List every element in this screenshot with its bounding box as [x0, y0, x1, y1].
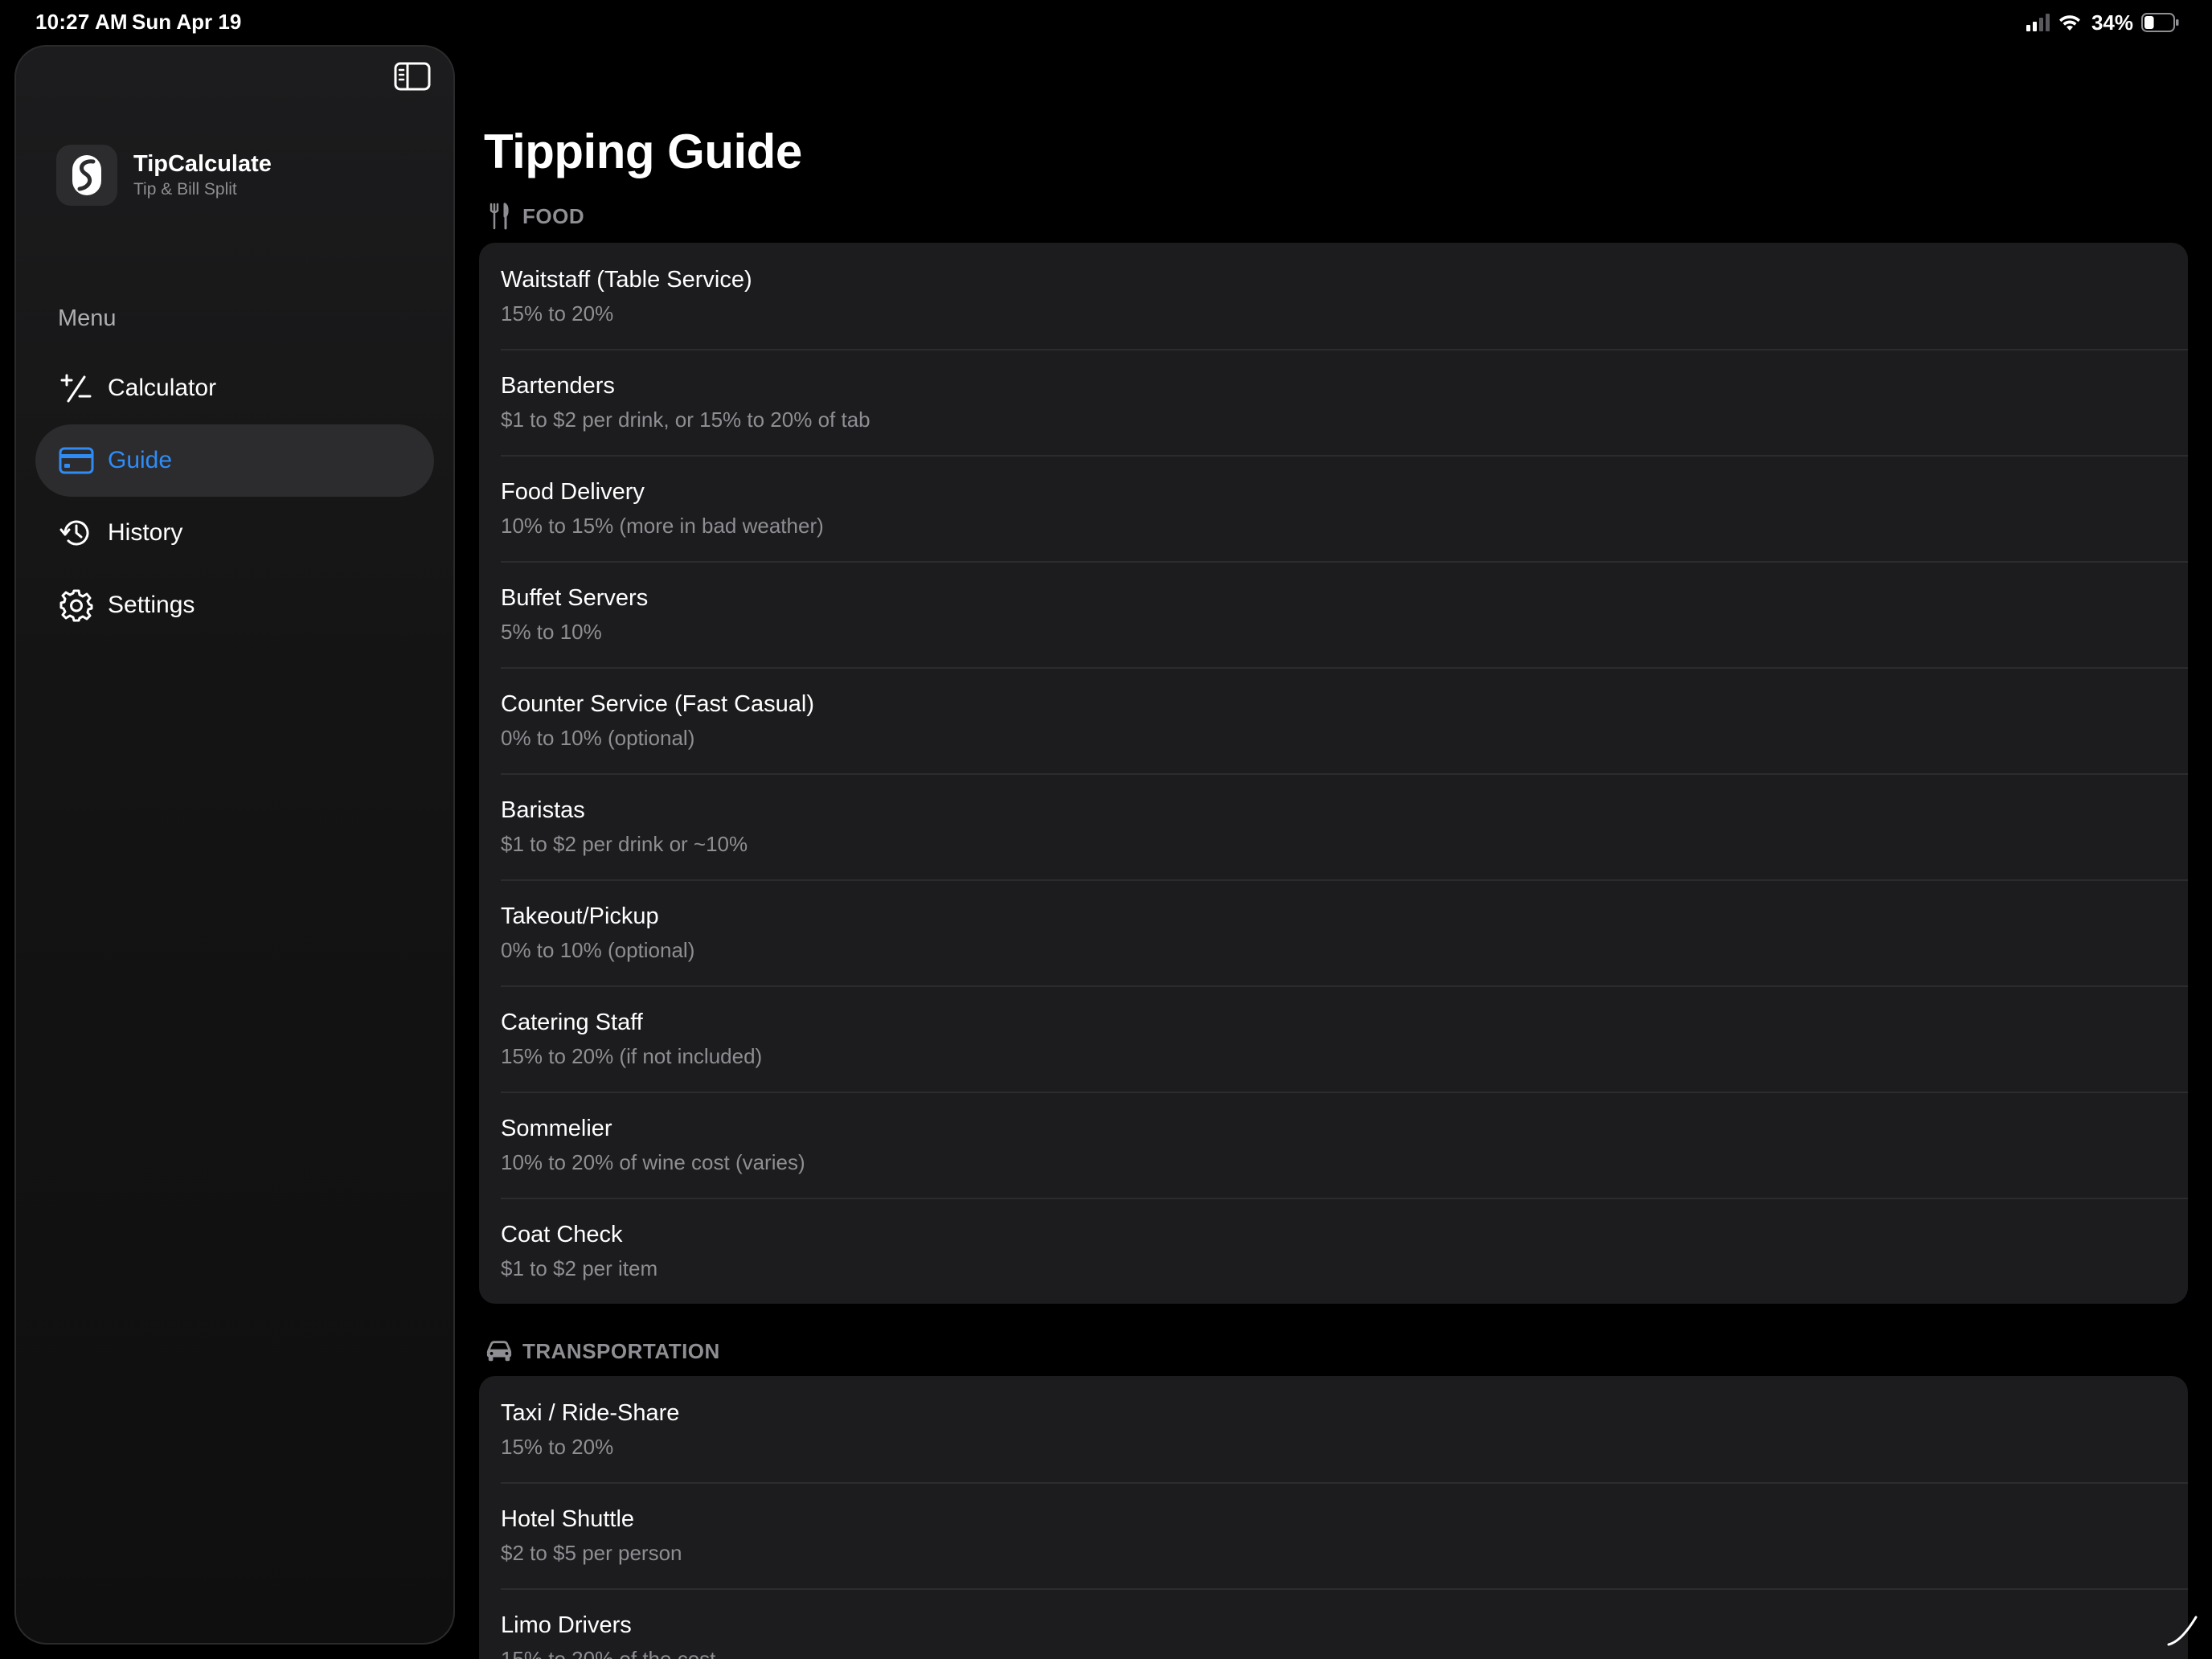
menu-label: Menu [58, 305, 117, 331]
tip-item-title: Taxi / Ride-Share [501, 1400, 680, 1426]
battery-percent: 34% [2091, 10, 2133, 35]
tip-item-title: Bartenders [501, 373, 615, 399]
sidebar-nav: Calculator Guide History Settings [35, 352, 434, 641]
tip-item-detail: 0% to 10% (optional) [501, 726, 695, 750]
car-icon [485, 1337, 513, 1365]
sidebar-toggle-icon [394, 62, 431, 91]
tip-item-title: Hotel Shuttle [501, 1506, 635, 1532]
list-item[interactable]: Taxi / Ride-Share 15% to 20% [479, 1376, 2188, 1482]
app-logo-icon [72, 155, 101, 195]
list-item[interactable]: Waitstaff (Table Service) 15% to 20% [479, 243, 2188, 349]
tip-item-title: Takeout/Pickup [501, 903, 659, 929]
app-titles: TipCalculate Tip & Bill Split [133, 150, 272, 201]
status-indicators: 34% [2026, 8, 2180, 37]
food-card: Waitstaff (Table Service) 15% to 20% Bar… [479, 243, 2188, 1304]
sidebar-item-label: History [108, 519, 183, 546]
sidebar-item-calculator[interactable]: Calculator [35, 352, 434, 424]
sidebar-item-settings[interactable]: Settings [35, 569, 434, 641]
tip-item-detail: 5% to 10% [501, 620, 602, 644]
tip-item-title: Waitstaff (Table Service) [501, 267, 752, 293]
tip-item-title: Buffet Servers [501, 585, 649, 611]
tip-item-detail: $2 to $5 per person [501, 1541, 682, 1565]
tip-item-title: Coat Check [501, 1222, 623, 1247]
battery-icon [2141, 13, 2179, 32]
list-item[interactable]: Limo Drivers 15% to 20% of the cost [479, 1588, 2188, 1659]
list-item[interactable]: Bartenders $1 to $2 per drink, or 15% to… [479, 349, 2188, 455]
section-title: FOOD [522, 203, 585, 228]
sidebar-toggle-button[interactable] [394, 61, 431, 92]
list-item[interactable]: Counter Service (Fast Casual) 0% to 10% … [479, 667, 2188, 773]
tip-item-title: Catering Staff [501, 1010, 643, 1035]
fork-knife-icon [485, 203, 513, 230]
card-icon [58, 442, 95, 479]
list-item[interactable]: Coat Check $1 to $2 per item [479, 1198, 2188, 1304]
sidebar-item-history[interactable]: History [35, 497, 434, 569]
status-time: 10:27 AM [35, 10, 128, 34]
section-header-transportation: TRANSPORTATION [485, 1337, 720, 1365]
tip-item-detail: 10% to 15% (more in bad weather) [501, 514, 824, 538]
tip-item-detail: $1 to $2 per drink or ~10% [501, 832, 748, 856]
history-clock-icon [58, 514, 95, 551]
tip-item-title: Food Delivery [501, 479, 645, 505]
tip-item-title: Sommelier [501, 1116, 612, 1141]
list-item[interactable]: Hotel Shuttle $2 to $5 per person [479, 1482, 2188, 1588]
app-subtitle: Tip & Bill Split [133, 180, 237, 199]
sidebar-item-label: Calculator [108, 375, 217, 401]
list-item[interactable]: Baristas $1 to $2 per drink or ~10% [479, 773, 2188, 879]
tip-item-detail: 15% to 20% [501, 301, 614, 326]
cellular-signal-icon [2026, 14, 2050, 31]
sidebar-item-label: Guide [108, 447, 173, 473]
tip-item-detail: 15% to 20% of the cost [501, 1647, 716, 1659]
sidebar-item-label: Settings [108, 592, 195, 618]
section-title: TRANSPORTATION [522, 1338, 720, 1363]
status-date: Sun Apr 19 [132, 10, 242, 34]
tip-item-detail: 15% to 20% [501, 1435, 614, 1459]
status-bar: 10:27 AM Sun Apr 19 34% [0, 0, 2212, 45]
app-logo [56, 145, 117, 206]
tip-item-detail: 0% to 10% (optional) [501, 938, 695, 962]
list-item[interactable]: Takeout/Pickup 0% to 10% (optional) [479, 879, 2188, 985]
gear-icon [58, 587, 95, 624]
app-header: TipCalculate Tip & Bill Split [56, 145, 272, 206]
wifi-icon [2058, 15, 2080, 31]
list-item[interactable]: Food Delivery 10% to 15% (more in bad we… [479, 455, 2188, 561]
tip-item-detail: 10% to 20% of wine cost (varies) [501, 1150, 805, 1174]
resize-corner-icon[interactable] [2164, 1611, 2201, 1648]
tip-item-title: Counter Service (Fast Casual) [501, 691, 815, 717]
tip-item-detail: $1 to $2 per item [501, 1256, 658, 1280]
list-item[interactable]: Catering Staff 15% to 20% (if not includ… [479, 985, 2188, 1092]
sidebar: TipCalculate Tip & Bill Split Menu Calcu… [14, 45, 455, 1645]
plus-minus-icon [58, 370, 95, 407]
tip-item-detail: $1 to $2 per drink, or 15% to 20% of tab [501, 408, 870, 432]
sidebar-item-guide[interactable]: Guide [35, 424, 434, 497]
page-title: Tipping Guide [484, 125, 802, 178]
list-item[interactable]: Sommelier 10% to 20% of wine cost (varie… [479, 1092, 2188, 1198]
tip-item-title: Baristas [501, 797, 585, 823]
transportation-card: Taxi / Ride-Share 15% to 20% Hotel Shutt… [479, 1376, 2188, 1659]
list-item[interactable]: Buffet Servers 5% to 10% [479, 561, 2188, 667]
main-content: Tipping Guide FOOD Waitstaff (Table Serv… [479, 45, 2188, 1659]
app-name: TipCalculate [133, 151, 272, 177]
section-header-food: FOOD [485, 203, 584, 230]
tip-item-detail: 15% to 20% (if not included) [501, 1044, 763, 1068]
tip-item-title: Limo Drivers [501, 1612, 632, 1638]
